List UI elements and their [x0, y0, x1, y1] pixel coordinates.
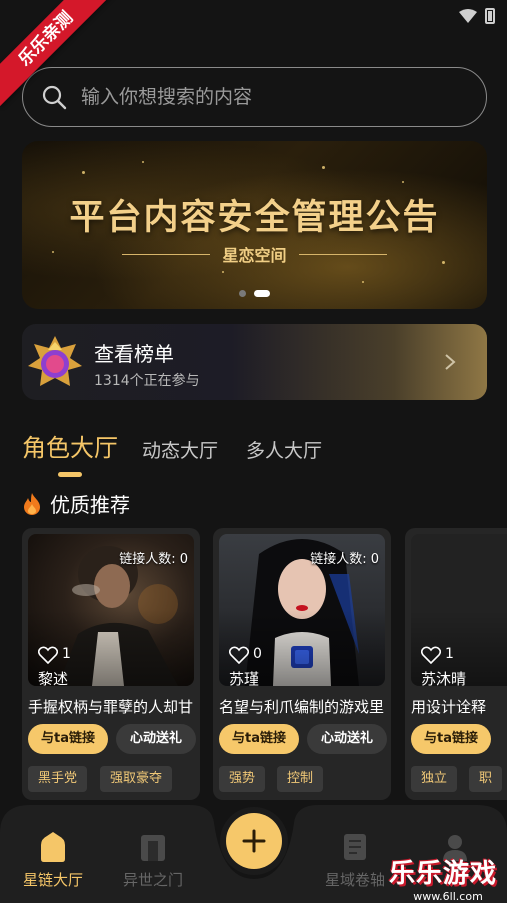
watermark-title: 乐乐游戏: [389, 859, 498, 889]
nav-item-otherworld-gate[interactable]: 异世之门: [108, 831, 198, 890]
section-title: 优质推荐: [50, 493, 130, 517]
link-count: 链接人数: 0: [310, 552, 379, 567]
character-name: 苏瑾: [229, 670, 260, 686]
bottom-navigation: 星链大厅 异世之门 星域卷轴 乐乐游戏 www.6ll.com: [0, 803, 507, 903]
fire-icon: [24, 492, 40, 515]
recommend-carousel[interactable]: 链接人数: 0 1 黎述 手握权柄与罪孽的人却甘 与ta链接 心动送礼 黑手党 …: [22, 528, 507, 800]
character-portrait: 1 苏沐晴: [411, 534, 507, 686]
character-tag: 强势: [219, 766, 266, 792]
lobby-tabs: 角色大厅 动态大厅 多人大厅: [22, 428, 350, 477]
like-count: 1: [62, 646, 71, 662]
banner-divider: [298, 253, 387, 255]
corner-ribbon: 乐乐亲测: [0, 0, 120, 120]
section-header: 优质推荐: [22, 489, 130, 518]
status-icons: [459, 8, 495, 24]
character-portrait: 链接人数: 0 0 苏瑾: [219, 534, 385, 686]
watermark-url: www.6ll.com: [413, 890, 483, 903]
carousel-indicator: [22, 290, 487, 297]
tab-role-lobby[interactable]: 角色大厅: [22, 428, 118, 477]
ranking-participants: 1314个正在参与: [94, 373, 200, 389]
gate-icon: [141, 835, 165, 861]
character-tag: 黑手党: [28, 766, 88, 792]
ribbon-label: 乐乐亲测: [0, 0, 114, 107]
ranking-title: 查看榜单: [94, 342, 174, 366]
nav-label: 异世之门: [122, 871, 183, 889]
link-button[interactable]: 与ta链接: [219, 724, 299, 754]
announcement-banner[interactable]: 平台内容安全管理公告 星恋空间: [22, 141, 487, 309]
link-button[interactable]: 与ta链接: [411, 724, 491, 754]
heart-icon[interactable]: [421, 646, 441, 664]
character-card[interactable]: 链接人数: 0 1 黎述 手握权柄与罪孽的人却甘 与ta链接 心动送礼 黑手党 …: [22, 528, 200, 800]
nav-label: 星域卷轴: [324, 871, 385, 889]
heart-icon[interactable]: [38, 646, 58, 664]
banner-divider: [122, 253, 211, 255]
character-tag: 职: [469, 766, 503, 792]
character-name: 黎述: [38, 670, 69, 686]
tab-feed-lobby[interactable]: 动态大厅: [142, 436, 218, 463]
nav-item-star-scroll[interactable]: 星域卷轴: [310, 831, 400, 890]
watermark-logo: 乐乐游戏 www.6ll.com: [389, 853, 507, 903]
character-description: 手握权柄与罪孽的人却甘: [28, 698, 194, 716]
carousel-dot[interactable]: [239, 290, 246, 297]
character-card[interactable]: 1 苏沐晴 用设计诠释 与ta链接 独立 职: [405, 528, 507, 800]
character-tag: 强取豪夺: [100, 766, 173, 792]
heart-icon[interactable]: [229, 646, 249, 664]
character-card[interactable]: 链接人数: 0 0 苏瑾 名望与利爪编制的游戏里 与ta链接 心动送礼 强势 控…: [213, 528, 391, 800]
search-input[interactable]: [81, 86, 461, 108]
character-tag: 控制: [277, 766, 324, 792]
nav-label: 星链大厅: [22, 871, 83, 889]
plus-icon: [242, 829, 266, 853]
scroll-icon: [344, 834, 366, 860]
character-description: 用设计诠释: [411, 698, 487, 716]
nav-item-star-link-hall[interactable]: 星链大厅: [8, 831, 98, 890]
gift-button[interactable]: 心动送礼: [307, 724, 387, 754]
like-count: 1: [445, 646, 454, 662]
carousel-dot-active[interactable]: [254, 290, 270, 297]
wifi-icon: [459, 9, 477, 23]
battery-icon: [485, 8, 495, 24]
link-button[interactable]: 与ta链接: [28, 724, 108, 754]
crown-badge-icon: [28, 336, 82, 386]
link-count: 链接人数: 0: [119, 552, 188, 567]
character-tag: 独立: [411, 766, 458, 792]
home-icon: [41, 832, 65, 862]
banner-subtitle-text: 星恋空间: [222, 246, 287, 265]
character-name: 苏沐晴: [421, 670, 467, 686]
create-button[interactable]: [226, 813, 282, 869]
gift-button[interactable]: 心动送礼: [116, 724, 196, 754]
tab-multi-lobby[interactable]: 多人大厅: [246, 436, 322, 463]
character-portrait: 链接人数: 0 1 黎述: [28, 534, 194, 686]
chevron-right-icon: [445, 354, 456, 370]
character-description: 名望与利爪编制的游戏里: [219, 698, 385, 716]
banner-subtitle: 星恋空间: [22, 242, 487, 266]
banner-title: 平台内容安全管理公告: [69, 198, 440, 238]
ranking-card[interactable]: 查看榜单 1314个正在参与: [22, 324, 487, 400]
like-count: 0: [253, 646, 262, 662]
